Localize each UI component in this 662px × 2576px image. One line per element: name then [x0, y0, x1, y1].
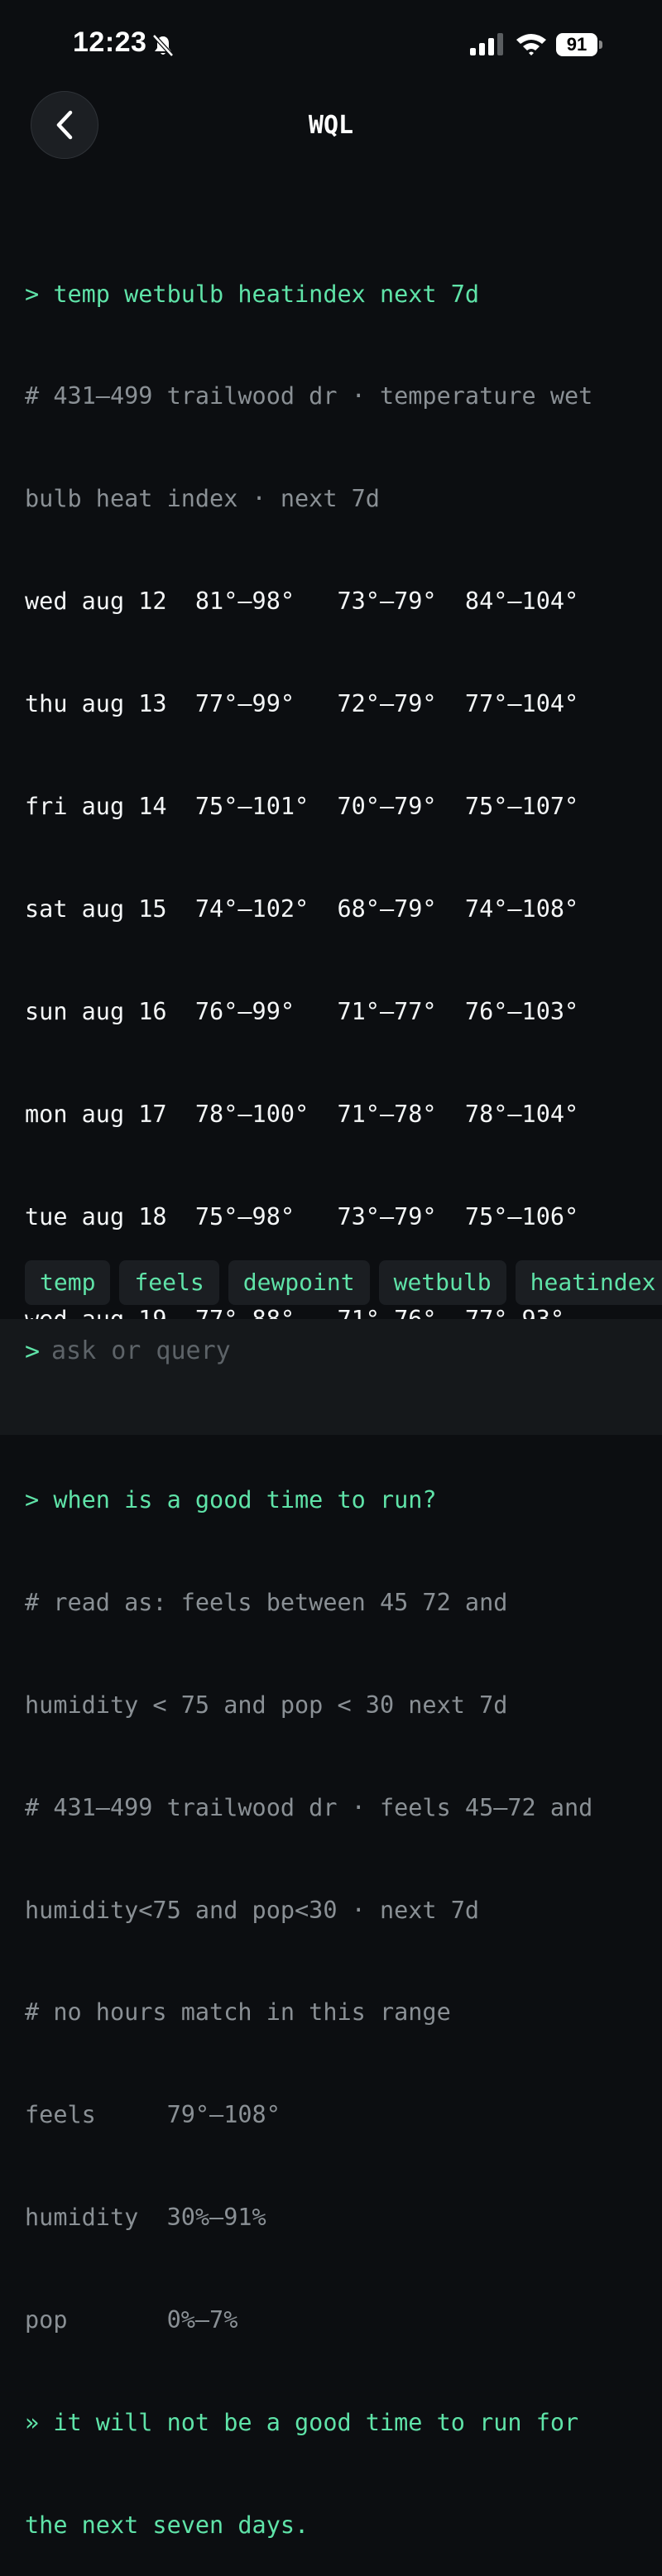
- forecast-row: sun aug 16 76°–99° 71°–77° 76°–103°: [25, 997, 579, 1025]
- query-input[interactable]: [51, 1331, 631, 1370]
- comment-line: humidity < 75 and pop < 30 next 7d: [25, 1691, 508, 1719]
- chip-heatindex[interactable]: heatindex: [515, 1260, 662, 1305]
- suggestion-chips: temp feels dewpoint wetbulb heatindex: [25, 1260, 662, 1305]
- forecast-row: wed aug 12 81°–98° 73°–79° 84°–104°: [25, 588, 579, 616]
- comment-line: # 431–499 trailwood dr · temperature wet: [25, 382, 593, 410]
- forecast-row: fri aug 14 75°–101° 70°–79° 75°–107°: [25, 793, 579, 821]
- status-bar: 12:23 91: [0, 0, 662, 83]
- battery-level: 91: [556, 33, 597, 56]
- comment-line: # read as: feels between 45 72 and: [25, 1588, 508, 1616]
- stat-line: pop 0%–7%: [25, 2306, 238, 2334]
- cellular-signal-icon: [470, 33, 503, 55]
- stat-line: feels 79°–108°: [25, 2101, 281, 2129]
- forecast-row: thu aug 13 77°–99° 72°–79° 77°–104°: [25, 690, 579, 718]
- wifi-icon: [516, 34, 546, 55]
- comment-line: # no hours match in this range: [25, 1998, 451, 2027]
- forecast-row: sat aug 15 74°–102° 68°–79° 74°–108°: [25, 895, 579, 923]
- input-bar: >: [0, 1319, 662, 1435]
- comment-line: bulb heat index · next 7d: [25, 485, 380, 513]
- chip-feels[interactable]: feels: [119, 1260, 219, 1305]
- prompt-symbol: >: [25, 1337, 41, 1366]
- command-line: > temp wetbulb heatindex next 7d: [25, 280, 480, 308]
- command-line: > when is a good time to run?: [25, 1485, 437, 1513]
- chip-dewpoint[interactable]: dewpoint: [228, 1260, 370, 1305]
- bell-muted-icon: [152, 34, 174, 57]
- forecast-row: mon aug 17 78°–100° 71°–78° 78°–104°: [25, 1100, 579, 1128]
- chip-temp[interactable]: temp: [25, 1260, 111, 1305]
- comment-line: humidity<75 and pop<30 · next 7d: [25, 1896, 480, 1924]
- comment-line: # 431–499 trailwood dr · feels 45–72 and: [25, 1793, 593, 1821]
- chip-wetbulb[interactable]: wetbulb: [378, 1260, 506, 1305]
- battery-icon: 91: [556, 33, 602, 56]
- status-time: 12:23: [73, 26, 147, 58]
- page-title: WQL: [308, 111, 354, 140]
- stat-line: humidity 30%–91%: [25, 2204, 266, 2232]
- answer-line: the next seven days.: [25, 2511, 309, 2539]
- answer-line: » it will not be a good time to run for: [25, 2409, 579, 2436]
- forecast-row: tue aug 18 75°–98° 73°–79° 75°–106°: [25, 1202, 579, 1230]
